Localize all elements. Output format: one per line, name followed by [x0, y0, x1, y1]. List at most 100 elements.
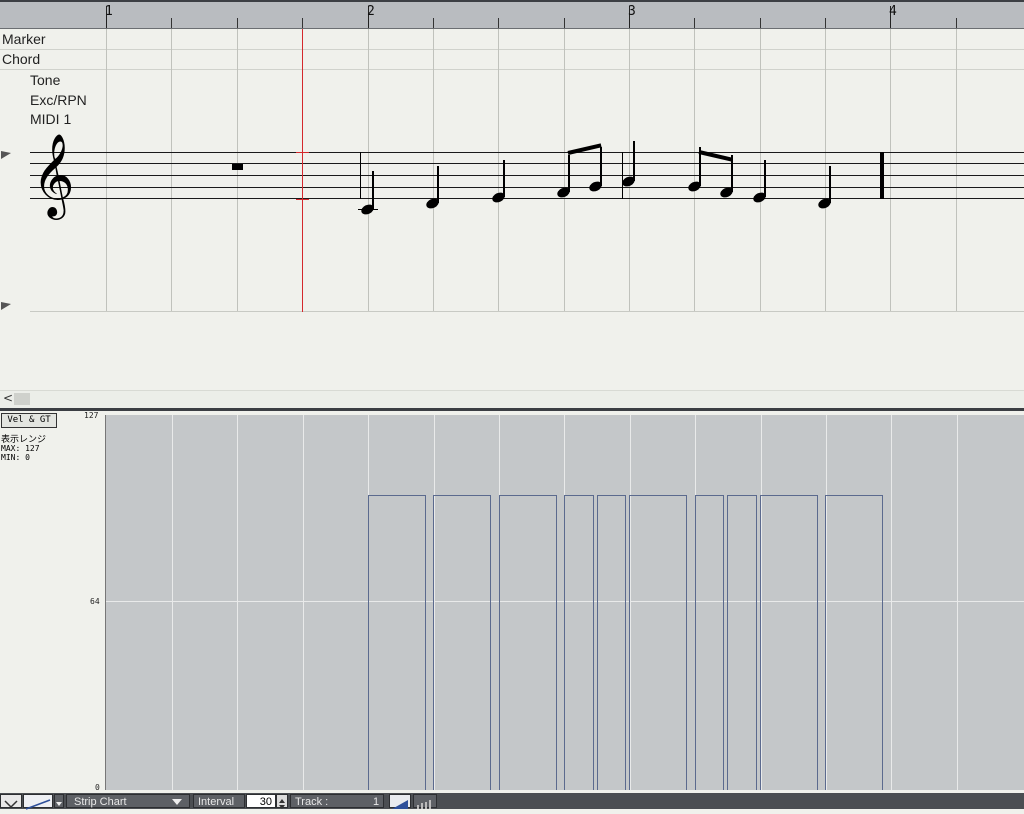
grid-line — [237, 29, 238, 312]
tone-track-label[interactable]: Tone — [30, 72, 60, 88]
marker-track-label[interactable]: Marker — [2, 31, 46, 47]
track-row-divider — [0, 49, 1024, 50]
y-axis-label-mid: 64 — [90, 597, 100, 606]
grid-line — [956, 29, 957, 312]
ruler-tick — [171, 18, 172, 28]
grid-line — [368, 29, 369, 312]
staff-line — [30, 187, 1024, 188]
barline — [622, 152, 623, 199]
grid-line — [564, 29, 565, 312]
bar-graph-icon — [417, 800, 431, 809]
note-beam — [567, 143, 602, 155]
track-label: Track : — [295, 796, 329, 808]
final-barline — [880, 152, 884, 199]
ruler-top-border — [0, 0, 1024, 2]
ruler-tick — [433, 18, 434, 28]
ruler-tick — [694, 18, 695, 28]
stepper-arrows-icon — [279, 799, 285, 809]
range-min-label: MIN: 0 — [1, 453, 30, 462]
vel-gt-mode-button[interactable]: Vel & GT — [1, 413, 57, 428]
treble-clef-icon: 𝄞 — [32, 132, 75, 216]
horizontal-scrollbar[interactable]: < — [0, 390, 1024, 408]
note-stem — [372, 171, 374, 209]
grid-line — [891, 415, 892, 790]
velocity-bar[interactable] — [825, 495, 883, 790]
bar-number-2: 2 — [367, 4, 375, 19]
bar-graph-button[interactable] — [413, 794, 437, 809]
range-max-label: MAX: 127 — [1, 444, 40, 453]
playhead-marker — [296, 199, 309, 200]
chevron-down-icon — [172, 799, 182, 805]
interval-input[interactable]: 30 — [246, 794, 276, 808]
note-stem — [633, 141, 635, 181]
measure-ruler[interactable]: 1 2 3 4 — [0, 0, 1024, 29]
staff-line — [30, 198, 1024, 199]
grid-line — [629, 29, 630, 312]
interval-label-box: Interval — [193, 794, 245, 808]
track-selector[interactable]: Track : 1 — [290, 794, 384, 808]
chevron-down-icon — [4, 800, 18, 809]
staff-line — [30, 152, 1024, 153]
ruler-tick — [760, 18, 761, 28]
dropdown-arrow-icon — [56, 802, 62, 806]
note-stem — [829, 166, 831, 203]
velocity-panel[interactable]: Vel & GT 表示レンジ MAX: 127 MIN: 0 127 64 0 — [0, 411, 1024, 793]
staff-expand-icon[interactable] — [1, 151, 11, 159]
playhead-marker — [296, 152, 309, 153]
grid-line — [825, 29, 826, 312]
exc-rpn-track-label[interactable]: Exc/RPN — [30, 92, 87, 108]
note-stem — [437, 166, 439, 203]
interval-stepper[interactable] — [276, 794, 288, 809]
velocity-bar[interactable] — [499, 495, 557, 790]
playhead-cursor[interactable] — [302, 29, 303, 312]
scroll-thumb[interactable] — [14, 393, 30, 405]
interval-value: 30 — [259, 796, 272, 808]
score-editor[interactable]: Marker Chord Tone Exc/RPN MIDI 1 𝄞 — [0, 29, 1024, 390]
staff-expand-icon[interactable] — [1, 302, 11, 310]
grid-line — [237, 415, 238, 790]
velocity-bar[interactable] — [760, 495, 818, 790]
track-row-divider — [0, 69, 1024, 70]
score-bottom-line — [30, 311, 1024, 312]
velocity-ramp-button[interactable] — [389, 794, 411, 809]
velocity-bar[interactable] — [597, 495, 626, 790]
y-axis-label-min: 0 — [95, 783, 100, 792]
velocity-bar[interactable] — [629, 495, 687, 790]
velocity-bar[interactable] — [564, 495, 594, 790]
y-axis-label-max: 127 — [84, 411, 99, 420]
velocity-bar[interactable] — [368, 495, 426, 790]
display-mode-select[interactable]: Strip Chart — [66, 794, 190, 808]
grid-line — [172, 415, 173, 790]
ruler-tick — [956, 18, 957, 28]
ruler-tick — [564, 18, 565, 28]
ruler-tick — [237, 18, 238, 28]
staff-line — [30, 175, 1024, 176]
grid-line — [303, 415, 304, 790]
bar-number-4: 4 — [889, 4, 897, 19]
rest-symbol[interactable] — [232, 164, 243, 170]
ramp-icon — [392, 800, 408, 809]
grid-line — [171, 29, 172, 312]
ruler-tick — [302, 18, 303, 28]
collapse-panel-button[interactable] — [0, 794, 22, 809]
velocity-bar[interactable] — [695, 495, 724, 790]
note-stem — [764, 160, 766, 197]
note-stem — [568, 155, 570, 192]
midi-track-label[interactable]: MIDI 1 — [30, 111, 71, 127]
display-mode-value: Strip Chart — [74, 796, 127, 808]
scroll-left-icon[interactable]: < — [3, 391, 13, 405]
velocity-bar[interactable] — [727, 495, 757, 790]
grid-line — [433, 29, 434, 312]
line-tool-icon — [25, 799, 51, 810]
note-stem — [600, 147, 602, 186]
grid-line — [498, 29, 499, 312]
grid-line — [106, 29, 107, 312]
line-draw-tool-button[interactable] — [23, 794, 53, 810]
chord-track-label[interactable]: Chord — [2, 51, 40, 67]
grid-line — [890, 29, 891, 312]
bar-number-1: 1 — [105, 4, 113, 19]
tool-dropdown-button[interactable] — [54, 794, 64, 808]
velocity-bar[interactable] — [433, 495, 491, 790]
velocity-chart[interactable] — [105, 415, 1024, 790]
grid-line — [957, 415, 958, 790]
